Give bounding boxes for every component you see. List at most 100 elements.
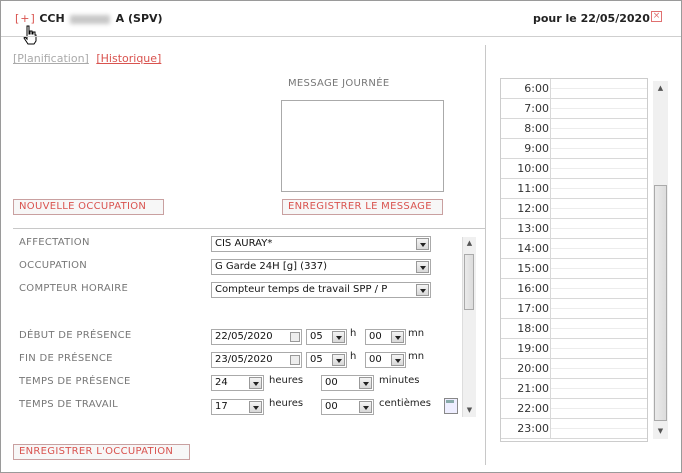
schedule-row[interactable]: 19:00 (501, 339, 647, 359)
schedule-row[interactable]: 23:00 (501, 419, 647, 439)
schedule-half-hour-line (551, 288, 647, 289)
schedule-hour-label: 9:00 (524, 142, 549, 155)
presence-minutes-select[interactable]: 00 (321, 375, 374, 391)
expand-icon[interactable]: [+] (15, 12, 36, 25)
schedule-hour-label: 13:00 (517, 222, 549, 235)
date-label: pour le 22/05/2020 (533, 12, 650, 25)
schedule-hour-label: 14:00 (517, 242, 549, 255)
debut-date-value: 22/05/2020 (215, 331, 273, 342)
schedule-hour-label: 21:00 (517, 382, 549, 395)
schedule-row[interactable]: 8:00 (501, 119, 647, 139)
debut-hour-select[interactable]: 05 (306, 329, 347, 345)
schedule-half-hour-line (551, 188, 647, 189)
compteur-select[interactable]: Compteur temps de travail SPP / P (211, 282, 431, 298)
save-message-button[interactable]: ENREGISTRER LE MESSAGE (282, 199, 443, 215)
tab-historique[interactable]: [Historique] (96, 52, 161, 65)
schedule-row[interactable]: 21:00 (501, 379, 647, 399)
fin-date-input[interactable]: 23/05/2020 (211, 352, 302, 368)
temps-presence-label: TEMPS DE PRÉSENCE (19, 376, 131, 387)
calculator-icon[interactable] (444, 398, 458, 414)
schedule-row[interactable]: 7:00 (501, 99, 647, 119)
occupation-label: OCCUPATION (19, 260, 88, 271)
title-prefix: CCH (39, 12, 65, 25)
schedule-row[interactable]: 6:00 (501, 79, 647, 99)
schedule-slot-divider (550, 259, 551, 279)
travail-hundredths-value: 00 (325, 401, 338, 412)
schedule-hour-label: 12:00 (517, 202, 549, 215)
calendar-icon[interactable] (290, 355, 300, 365)
schedule-row[interactable]: 9:00 (501, 139, 647, 159)
compteur-value: Compteur temps de travail SPP / P (215, 284, 388, 295)
schedule-row[interactable]: 11:00 (501, 179, 647, 199)
debut-minute-select[interactable]: 00 (365, 329, 406, 345)
schedule-row[interactable]: 15:00 (501, 259, 647, 279)
compteur-label: COMPTEUR HORAIRE (19, 283, 129, 294)
schedule-row[interactable]: 22:00 (501, 399, 647, 419)
fin-minute-value: 00 (369, 354, 382, 365)
tab-planification[interactable]: [Planification] (13, 52, 89, 65)
occupation-window: [+] CCH A (SPV) pour le 22/05/2020 × [Pl… (0, 0, 682, 473)
message-textarea[interactable] (281, 100, 444, 192)
debut-date-input[interactable]: 22/05/2020 (211, 329, 302, 345)
schedule-row[interactable]: 17:00 (501, 299, 647, 319)
dropdown-arrow-icon (249, 377, 262, 389)
presence-minutes-unit: minutes (379, 375, 420, 386)
schedule-scrollbar[interactable]: ▲ ▼ (653, 81, 668, 439)
day-schedule[interactable]: 6:00 7:00 8:00 9:00 10:00 11:00 12:00 13:00 14:0… (500, 78, 648, 442)
schedule-row[interactable]: 12:00 (501, 199, 647, 219)
dropdown-arrow-icon (249, 401, 262, 413)
scroll-up-icon[interactable]: ▲ (464, 238, 475, 249)
schedule-row[interactable]: 10:00 (501, 159, 647, 179)
new-occupation-button[interactable]: NOUVELLE OCCUPATION (13, 199, 164, 215)
dropdown-arrow-icon (416, 261, 429, 273)
presence-hours-select[interactable]: 24 (211, 375, 264, 391)
schedule-row[interactable]: 18:00 (501, 319, 647, 339)
dropdown-arrow-icon (332, 354, 345, 366)
message-title: MESSAGE JOURNÉE (288, 78, 390, 89)
fin-hour-select[interactable]: 05 (306, 352, 347, 368)
calendar-icon[interactable] (290, 332, 300, 342)
schedule-row[interactable]: 16:00 (501, 279, 647, 299)
scroll-thumb[interactable] (464, 254, 474, 310)
tab-bar: [Planification] [Historique] (13, 52, 161, 65)
schedule-half-hour-line (551, 168, 647, 169)
form-scrollbar[interactable]: ▲ ▼ (462, 237, 476, 417)
save-occupation-button[interactable]: ENREGISTRER L'OCCUPATION (13, 444, 190, 460)
travail-hours-select[interactable]: 17 (211, 399, 264, 415)
close-icon[interactable]: × (651, 11, 662, 22)
affectation-value: CIS AURAY* (215, 238, 273, 249)
fin-minute-select[interactable]: 00 (365, 352, 406, 368)
schedule-row[interactable]: 14:00 (501, 239, 647, 259)
schedule-half-hour-line (551, 228, 647, 229)
travail-hours-value: 17 (215, 401, 228, 412)
schedule-hour-label: 23:00 (517, 422, 549, 435)
schedule-half-hour-line (551, 428, 647, 429)
schedule-half-hour-line (551, 128, 647, 129)
affectation-select[interactable]: CIS AURAY* (211, 236, 431, 252)
schedule-slot-divider (550, 339, 551, 359)
dropdown-arrow-icon (416, 284, 429, 296)
schedule-half-hour-line (551, 208, 647, 209)
schedule-slot-divider (550, 419, 551, 439)
schedule-half-hour-line (551, 248, 647, 249)
scroll-down-icon[interactable]: ▼ (464, 405, 475, 416)
column-divider (485, 45, 486, 465)
window-title: [+] CCH A (SPV) (15, 12, 163, 25)
temps-travail-label: TEMPS DE TRAVAIL (19, 399, 119, 410)
schedule-half-hour-line (551, 88, 647, 89)
schedule-row[interactable]: 20:00 (501, 359, 647, 379)
schedule-row[interactable]: 13:00 (501, 219, 647, 239)
scroll-down-icon[interactable]: ▼ (655, 426, 666, 437)
dropdown-arrow-icon (391, 331, 404, 343)
schedule-half-hour-line (551, 268, 647, 269)
schedule-slot-divider (550, 119, 551, 139)
presence-minutes-value: 00 (325, 377, 338, 388)
travail-hours-unit: heures (269, 398, 304, 409)
travail-hundredths-select[interactable]: 00 (321, 399, 374, 415)
affectation-label: AFFECTATION (19, 237, 90, 248)
schedule-half-hour-line (551, 368, 647, 369)
occupation-select[interactable]: G Garde 24H [g] (337) (211, 259, 431, 275)
scroll-thumb[interactable] (654, 185, 667, 421)
scroll-up-icon[interactable]: ▲ (655, 83, 666, 94)
schedule-hour-label: 22:00 (517, 402, 549, 415)
